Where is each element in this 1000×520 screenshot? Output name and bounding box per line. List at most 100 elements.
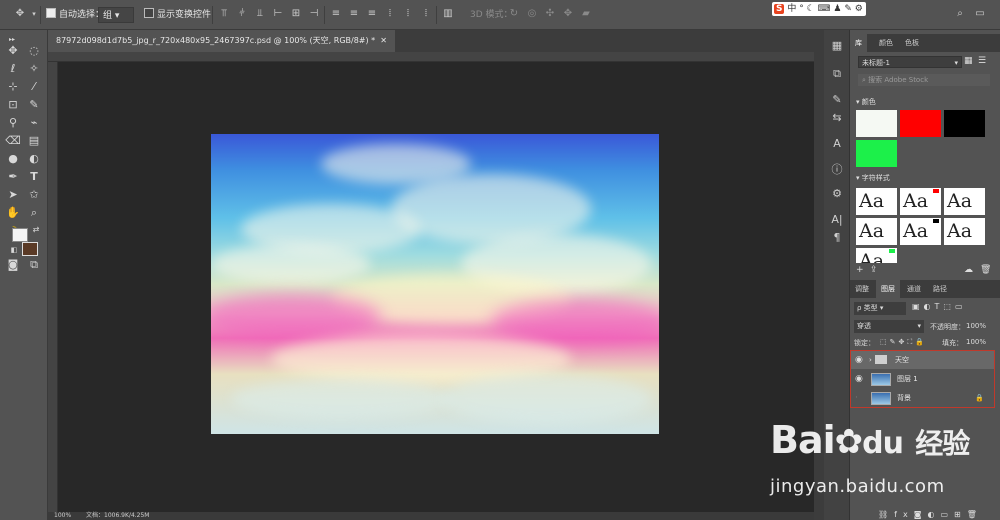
ime-toolbar[interactable]: S 中 ° ☾ ⌨ ♟ ✎ ⚙ <box>772 2 866 16</box>
shape-tool-icon[interactable]: ✩ <box>26 187 42 203</box>
slide-3d-icon[interactable]: ✥ <box>562 8 574 20</box>
align-top-icon[interactable]: ⫪ <box>218 8 230 20</box>
align-hcenter-icon[interactable]: ⊞ <box>290 8 302 20</box>
default-colors-icon[interactable]: ◧ <box>6 242 22 258</box>
zoom-tool-icon[interactable]: ⌕ <box>26 205 42 221</box>
layer-row[interactable]: · 背景 🔒 <box>851 389 994 407</box>
move-tool-icon[interactable]: ✥ <box>5 43 21 59</box>
char-styles-section-header[interactable]: ▾ 字符样式 <box>856 173 890 183</box>
rotate-3d-icon[interactable]: ↻ <box>508 8 520 20</box>
color-swatch[interactable] <box>944 110 985 137</box>
upload-icon[interactable]: ⇪ <box>870 265 878 275</box>
align-left-icon[interactable]: ⊢ <box>272 8 284 20</box>
sky-artwork[interactable] <box>211 134 659 434</box>
grid-view-icon[interactable]: ▦ <box>964 56 973 66</box>
tab-channels[interactable]: 通道 <box>902 280 926 298</box>
align-bottom-icon[interactable]: ⫫ <box>254 8 266 20</box>
distribute-hcenter-icon[interactable]: ⦙ <box>402 8 414 20</box>
type-tool-icon[interactable]: T <box>26 169 42 185</box>
paragraph-icon[interactable]: ¶ <box>829 230 845 246</box>
info-icon[interactable]: ⓘ <box>829 162 845 178</box>
auto-select-dropdown[interactable]: 组 ▾ <box>98 7 134 23</box>
auto-select-checkbox[interactable]: 自动选择： <box>46 7 104 23</box>
lock-icons[interactable]: ⬚✎✥⛶🔒 <box>880 338 927 347</box>
document-tab[interactable]: 87972d098d1d7b5_jpg_r_720x480x95_2467397… <box>48 30 395 52</box>
search-icon[interactable]: ⌕ <box>954 8 966 20</box>
list-view-icon[interactable]: ☰ <box>978 56 986 66</box>
layer-row[interactable]: ◉ › 天空 <box>851 351 994 369</box>
tab-paths[interactable]: 路径 <box>928 280 952 298</box>
tab-layers[interactable]: 图层 <box>876 280 900 298</box>
distribute-top-icon[interactable]: ≡ <box>330 8 342 20</box>
distribute-bottom-icon[interactable]: ≡ <box>366 8 378 20</box>
close-icon[interactable]: ✕ <box>380 36 387 45</box>
zoom-level[interactable]: 100% <box>54 512 71 520</box>
brush-presets-icon[interactable]: ✎ <box>829 92 845 108</box>
trash-icon[interactable]: 🗑 <box>980 265 991 275</box>
show-transform-checkbox[interactable]: 显示变换控件 <box>144 7 211 23</box>
gradient-tool-icon[interactable]: ▤ <box>26 133 42 149</box>
workspace-icon[interactable]: ▭ <box>974 8 986 20</box>
eye-icon[interactable]: ◉ <box>855 351 865 369</box>
layer-row[interactable]: ◉ 图层 1 <box>851 370 994 388</box>
eraser-tool-icon[interactable]: ⌫ <box>5 133 21 149</box>
auto-align-icon[interactable]: ▥ <box>442 8 454 20</box>
blend-mode-select[interactable]: 穿透 ▾ <box>854 320 924 333</box>
tab-color[interactable]: 颜色 <box>874 34 898 52</box>
char-style-tile[interactable]: Aa <box>856 188 897 215</box>
stock-search-input[interactable]: ⌕ 搜索 Adobe Stock <box>858 74 990 86</box>
layer-name[interactable]: 天空 <box>895 351 909 369</box>
char-style-tile[interactable]: Aa <box>944 218 985 245</box>
eye-hidden-icon[interactable]: · <box>855 389 865 407</box>
layer-name[interactable]: 背景 <box>897 389 911 407</box>
char-style-tile[interactable]: Aa <box>900 188 941 215</box>
eyedropper-icon[interactable]: ⁄ <box>26 79 42 95</box>
character-icon[interactable]: A <box>829 136 845 152</box>
tab-libraries[interactable]: 库 <box>850 34 867 52</box>
blur-tool-icon[interactable]: ● <box>5 151 21 167</box>
move-tool-icon[interactable]: ✥ <box>14 8 26 20</box>
spot-healing-icon[interactable]: ⊡ <box>5 97 21 113</box>
pen-tool-icon[interactable]: ✒ <box>5 169 21 185</box>
fill-input[interactable]: 100% <box>966 338 986 346</box>
roll-3d-icon[interactable]: ◎ <box>526 8 538 20</box>
opacity-input[interactable]: 100% <box>966 322 986 330</box>
eye-icon[interactable]: ◉ <box>855 370 865 388</box>
quick-mask-icon[interactable]: ◙ <box>5 257 21 273</box>
cloud-icon[interactable]: ☁ <box>964 265 973 275</box>
layer-name[interactable]: 图层 1 <box>897 370 918 388</box>
color-swatch[interactable] <box>900 110 941 137</box>
stamp-tool-icon[interactable]: ⚲ <box>5 115 21 131</box>
library-select[interactable]: 未标题-1 ▾ <box>858 56 962 68</box>
background-color-swatch[interactable] <box>22 242 38 256</box>
layer-filter-icons[interactable]: ▣◐T⬚▭ <box>912 302 967 311</box>
drag-3d-icon[interactable]: ✣ <box>544 8 556 20</box>
adjust-icon[interactable]: ⇆ <box>829 110 845 126</box>
color-swatch[interactable] <box>856 110 897 137</box>
layer-filter-select[interactable]: ρ 类型 ▾ <box>854 302 906 315</box>
tab-adjustments[interactable]: 调整 <box>850 280 874 298</box>
properties-icon[interactable]: ⚙ <box>829 186 845 202</box>
magic-wand-icon[interactable]: ✧ <box>26 61 42 77</box>
distribute-right-icon[interactable]: ⦙ <box>420 8 432 20</box>
screen-mode-icon[interactable]: ⧉ <box>26 257 42 273</box>
dodge-tool-icon[interactable]: ◐ <box>26 151 42 167</box>
char-style-tile[interactable]: Aa <box>856 248 897 263</box>
hand-tool-icon[interactable]: ✋ <box>5 205 21 221</box>
align-right-icon[interactable]: ⊣ <box>308 8 320 20</box>
artboard-icon[interactable]: ⧉ <box>829 66 845 82</box>
brush-tool-icon[interactable]: ✎ <box>26 97 42 113</box>
marquee-tool-icon[interactable]: ◌ <box>26 43 42 59</box>
add-icon[interactable]: + <box>856 265 864 275</box>
tab-swatches[interactable]: 色板 <box>900 34 924 52</box>
swap-colors-icon[interactable]: ⇄ <box>28 222 44 238</box>
char-style-tile[interactable]: Aa <box>944 188 985 215</box>
char-style-tile[interactable]: Aa <box>900 218 941 245</box>
align-vcenter-icon[interactable]: ⫩ <box>236 8 248 20</box>
history-icon[interactable]: ▦ <box>829 38 845 54</box>
character-panel-icon[interactable]: A| <box>829 212 845 228</box>
chevron-down-icon[interactable]: ▾ <box>28 8 40 20</box>
chevron-right-icon[interactable]: › <box>869 351 872 369</box>
history-brush-icon[interactable]: ⌁ <box>26 115 42 131</box>
color-swatch[interactable] <box>856 140 897 167</box>
